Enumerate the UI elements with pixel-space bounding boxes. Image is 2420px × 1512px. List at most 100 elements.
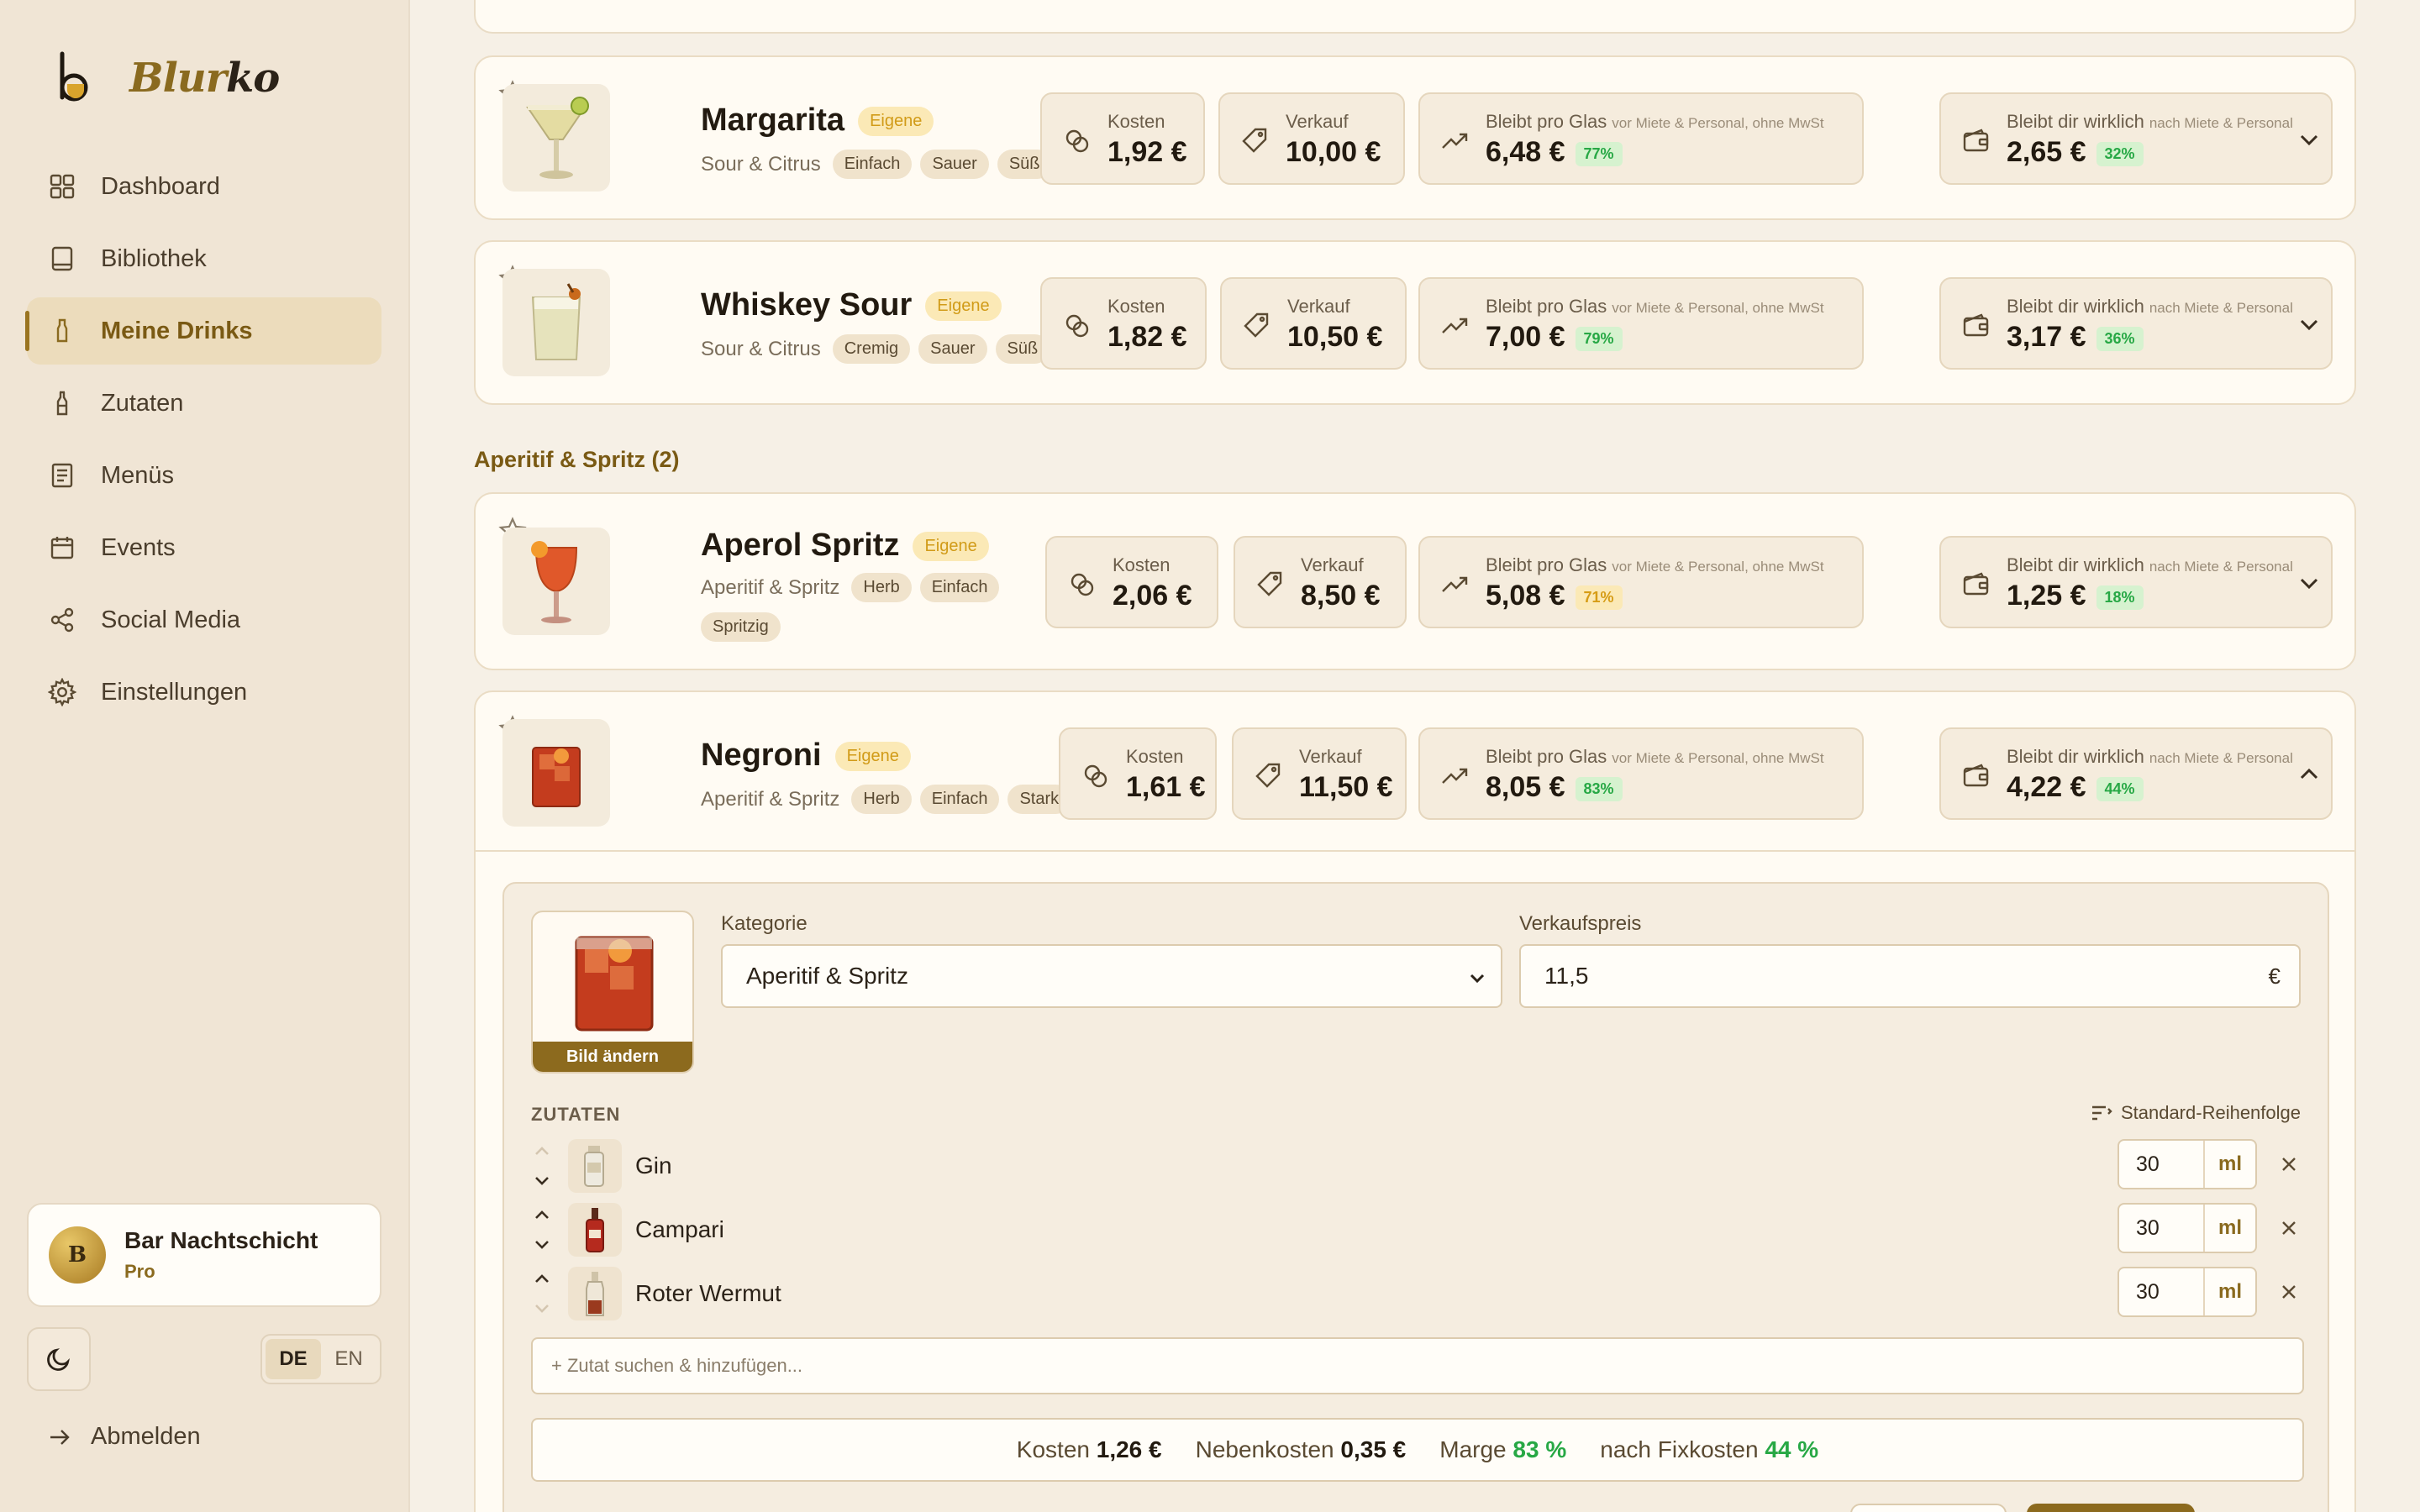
- metric-value: 10,50 €: [1287, 321, 1383, 353]
- metric-value: 10,00 €: [1286, 136, 1381, 168]
- language-toggle: DE EN: [260, 1334, 381, 1384]
- nav-item-meine-drinks[interactable]: Meine Drinks: [25, 297, 381, 365]
- unit-label[interactable]: ml: [2203, 1268, 2255, 1315]
- metric-label: Verkauf: [1286, 111, 1349, 132]
- drink-image: [502, 719, 610, 827]
- sort-order-button[interactable]: Standard-Reihenfolge: [2091, 1102, 2301, 1124]
- metric-kosten: Kosten 2,06 €: [1045, 536, 1218, 628]
- wallet-icon: [1963, 764, 1989, 787]
- logo-mark-icon: [55, 50, 96, 106]
- brand-name: Blurko: [129, 55, 280, 102]
- lang-de-button[interactable]: DE: [266, 1339, 321, 1379]
- quantity-input[interactable]: 30 ml: [2118, 1267, 2257, 1317]
- reorder-arrows-icon[interactable]: [531, 1270, 553, 1317]
- metric-value: 4,22 €44%: [2007, 771, 2144, 804]
- brand-logo[interactable]: Blurko: [55, 50, 280, 106]
- metric-bleibt-pro-glas: Bleibt pro Glas vor Miete & Personal, ohn…: [1418, 727, 1864, 820]
- price-tag-icon: [1244, 312, 1269, 338]
- chevron-down-icon[interactable]: [2294, 568, 2324, 598]
- chevron-up-icon[interactable]: [2294, 759, 2324, 790]
- user-plan: Pro: [124, 1261, 155, 1282]
- metric-label: Verkauf: [1301, 554, 1364, 575]
- lang-en-button[interactable]: EN: [321, 1339, 376, 1379]
- reorder-arrows-icon[interactable]: [531, 1206, 553, 1253]
- remove-ingredient-icon[interactable]: [2277, 1152, 2301, 1176]
- nav-item-menues[interactable]: Menüs: [27, 442, 381, 509]
- metric-label: Bleibt pro Glas vor Miete & Personal, ohn…: [1486, 554, 1824, 575]
- price-input[interactable]: 11,5 €: [1519, 944, 2301, 1008]
- main-content: Margarita Eigene Sour & Citrus Einfach Sa…: [410, 0, 2420, 1512]
- add-ingredient-input[interactable]: + Zutat suchen & hinzufügen...: [531, 1337, 2304, 1394]
- flask-icon: [47, 388, 77, 418]
- quantity-input[interactable]: 30 ml: [2118, 1139, 2257, 1189]
- ingredient-image: [568, 1203, 622, 1257]
- nav-label: Meine Drinks: [101, 317, 253, 344]
- moon-icon: [47, 1348, 70, 1371]
- remove-ingredient-icon[interactable]: [2277, 1216, 2301, 1240]
- section-title: Aperitif & Spritz (2): [474, 447, 680, 472]
- nav-item-social-media[interactable]: Social Media: [27, 586, 381, 654]
- ingredient-name: Roter Wermut: [635, 1280, 781, 1306]
- remove-ingredient-icon[interactable]: [2277, 1280, 2301, 1304]
- divider: [476, 850, 2354, 852]
- price-input-value: 11,5: [1544, 963, 1589, 989]
- unit-label[interactable]: ml: [2203, 1141, 2255, 1188]
- primary-action-button[interactable]: [2027, 1504, 2195, 1512]
- nav-item-zutaten[interactable]: Zutaten: [27, 370, 381, 437]
- metric-label: Bleibt dir wirklich nach Miete & Personal: [2007, 554, 2293, 575]
- nav-item-bibliothek[interactable]: Bibliothek: [27, 225, 381, 292]
- grid-icon: [47, 171, 77, 202]
- reorder-arrows-icon[interactable]: [531, 1142, 553, 1189]
- summary-nebenkosten: Nebenkosten 0,35 €: [1195, 1436, 1407, 1462]
- metric-bleibt-pro-glas: Bleibt pro Glas vor Miete & Personal, ohn…: [1418, 536, 1864, 628]
- dark-mode-toggle[interactable]: [27, 1327, 91, 1391]
- trend-up-icon: [1442, 133, 1468, 149]
- price-tag-icon: [1257, 571, 1282, 596]
- chevron-down-icon: [1470, 974, 1485, 984]
- quantity-value[interactable]: 30: [2119, 1268, 2203, 1315]
- user-card[interactable]: B Bar Nachtschicht Pro: [27, 1203, 381, 1307]
- nav-item-einstellungen[interactable]: Einstellungen: [27, 659, 381, 726]
- drink-image: [502, 528, 610, 635]
- price-tag-icon: [1255, 763, 1281, 788]
- chevron-down-icon[interactable]: [2294, 124, 2324, 155]
- chevron-down-icon[interactable]: [2294, 309, 2324, 339]
- percent-badge: 44%: [2096, 776, 2144, 801]
- tag: Sauer: [918, 334, 987, 364]
- drink-photo[interactable]: Bild ändern: [531, 911, 694, 1074]
- quantity-input[interactable]: 30 ml: [2118, 1203, 2257, 1253]
- nav-label: Menüs: [101, 461, 175, 489]
- sort-label: Standard-Reihenfolge: [2120, 1102, 2301, 1123]
- drink-name: Negroni Eigene: [701, 738, 911, 774]
- tag: Herb: [851, 785, 912, 814]
- nav-item-events[interactable]: Events: [27, 514, 381, 581]
- tag: Cremig: [832, 334, 911, 364]
- drink-editor: Bild ändern Kategorie Aperitif & Spritz …: [502, 882, 2329, 1512]
- drink-card: Aperol Spritz Eigene Aperitif & Spritz He…: [474, 492, 2356, 670]
- category-select[interactable]: Aperitif & Spritz: [721, 944, 1502, 1008]
- tag: Herb: [851, 573, 912, 602]
- change-image-button[interactable]: Bild ändern: [533, 1042, 692, 1072]
- wallet-icon: [1963, 572, 1989, 596]
- unit-label[interactable]: ml: [2203, 1205, 2255, 1252]
- price-tag-icon: [1242, 128, 1267, 153]
- quantity-value[interactable]: 30: [2119, 1141, 2203, 1188]
- drink-meta: Sour & Citrus Cremig Sauer Süß: [701, 334, 1087, 364]
- quantity-value[interactable]: 30: [2119, 1205, 2203, 1252]
- tag: Einfach: [832, 150, 913, 179]
- ingredient-image: [568, 1139, 622, 1193]
- metric-label: Bleibt dir wirklich nach Miete & Personal: [2007, 111, 2293, 132]
- ingredient-row: Gin 30 ml: [531, 1139, 2304, 1193]
- tag: Spritzig: [701, 612, 781, 642]
- tag: Einfach: [919, 573, 1000, 602]
- metric-label: Kosten: [1113, 554, 1171, 575]
- metric-label: Kosten: [1107, 111, 1165, 132]
- coins-icon: [1065, 314, 1089, 338]
- metric-bleibt-wirklich: Bleibt dir wirklich nach Miete & Personal…: [1939, 277, 2333, 370]
- nav-item-dashboard[interactable]: Dashboard: [27, 153, 381, 220]
- percent-badge: 77%: [1575, 141, 1623, 166]
- percent-badge: 36%: [2096, 326, 2144, 351]
- logout-button[interactable]: Abmelden: [47, 1423, 201, 1451]
- metric-value: 6,48 €77%: [1486, 136, 1623, 169]
- secondary-action-button[interactable]: [1850, 1504, 2007, 1512]
